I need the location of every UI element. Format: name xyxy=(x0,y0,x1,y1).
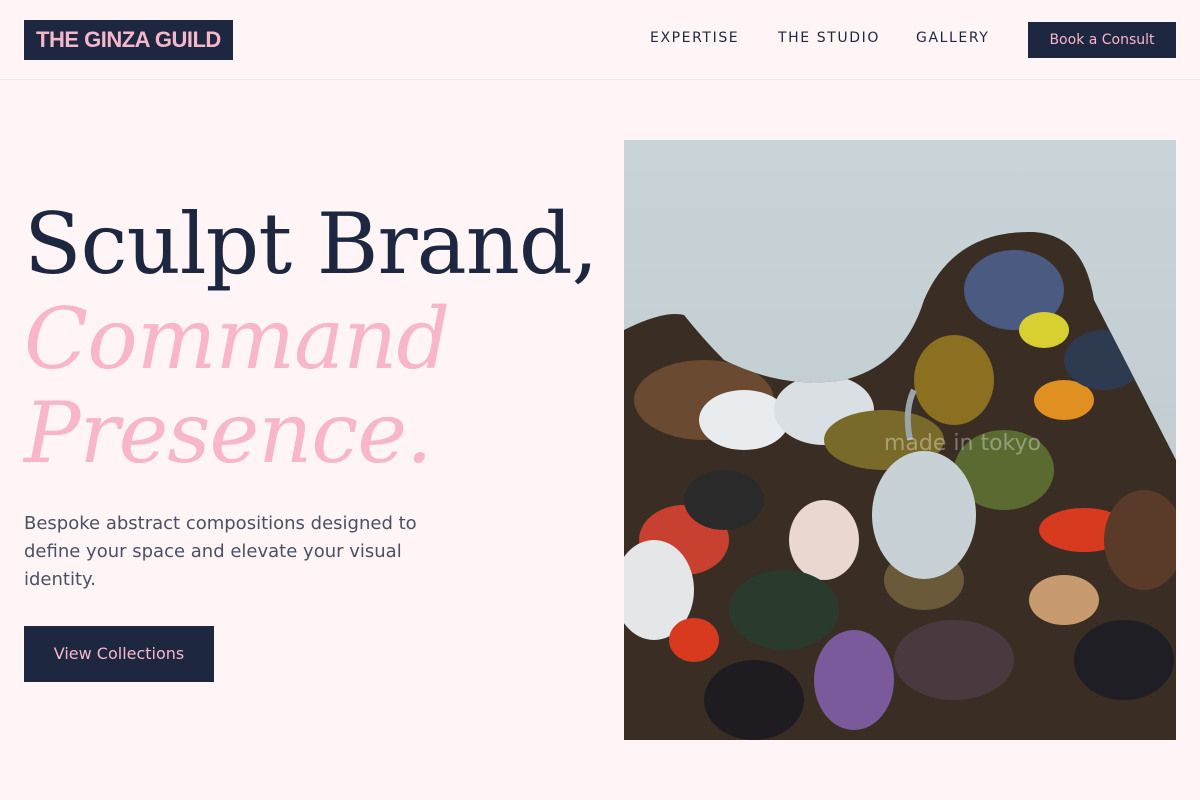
hero-image-paint-palette: made in tokyo xyxy=(624,140,1176,740)
nav-link-the-studio[interactable]: THE STUDIO xyxy=(778,30,888,46)
paint-palette-illustration: made in tokyo xyxy=(624,140,1176,740)
view-collections-button[interactable]: View Collections xyxy=(24,626,214,682)
hero-title-line-1: Sculpt Brand, xyxy=(24,195,598,293)
hero-title: Sculpt Brand, Command Presence. xyxy=(24,196,604,480)
nav-link-expertise[interactable]: EXPERTISE xyxy=(650,30,740,46)
hero-title-line-3: Presence. xyxy=(24,384,433,482)
nav-link-gallery[interactable]: GALLERY xyxy=(916,30,996,46)
hero-title-line-2: Command xyxy=(24,290,450,388)
image-watermark: made in tokyo xyxy=(884,431,1041,456)
hero-description: Bespoke abstract compositions designed t… xyxy=(24,513,417,590)
site-header: THE GINZA GUILD EXPERTISE THE STUDIO GAL… xyxy=(0,0,1200,80)
book-consult-button[interactable]: Book a Consult xyxy=(1028,22,1176,58)
site-logo[interactable]: THE GINZA GUILD xyxy=(24,20,233,60)
